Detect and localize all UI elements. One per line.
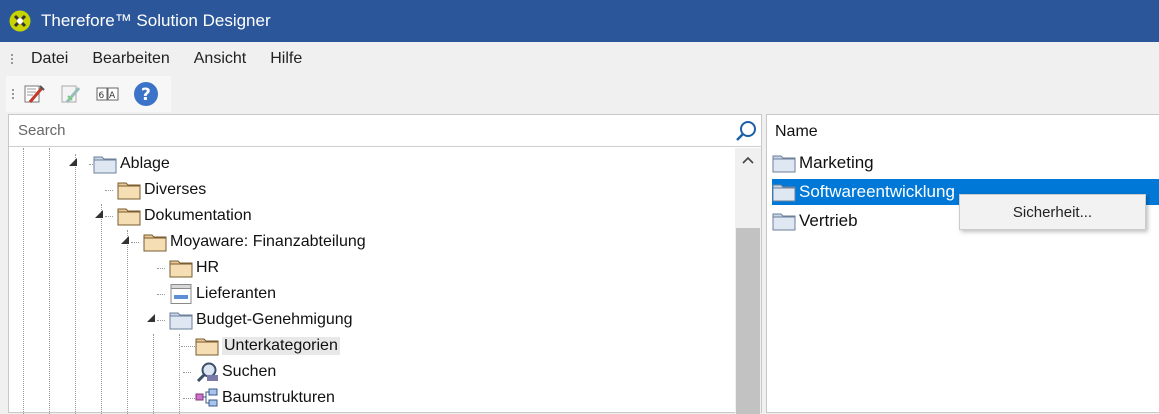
tree-node-label: Ablage bbox=[120, 155, 170, 172]
rename-icon[interactable]: 6A bbox=[96, 81, 121, 107]
folder-tan-icon bbox=[195, 338, 219, 356]
tree-node-label: Dokumentation bbox=[144, 207, 252, 224]
list-item-label: Vertrieb bbox=[799, 211, 858, 230]
column-header-name[interactable]: Name bbox=[775, 123, 818, 141]
list-item-label: Marketing bbox=[799, 153, 874, 172]
svg-text:A: A bbox=[109, 91, 116, 101]
list-item-label: Softwareentwicklung bbox=[799, 182, 955, 201]
search-input[interactable] bbox=[9, 116, 709, 145]
context-menu: Sicherheit... bbox=[959, 194, 1146, 230]
menu-grip-icon[interactable] bbox=[5, 49, 19, 69]
folder-blue-icon bbox=[772, 213, 796, 231]
menu-datei[interactable]: Datei bbox=[19, 50, 80, 68]
tree-node-label: Budget-Genehmigung bbox=[196, 311, 353, 328]
folder-blue-icon bbox=[772, 155, 796, 173]
expand-toggle-diverses[interactable] bbox=[95, 184, 105, 196]
expand-toggle-lieferanten[interactable] bbox=[147, 288, 157, 300]
tree-scrollbar[interactable] bbox=[735, 148, 761, 414]
tree-node-unterkategorien[interactable]: Unterkategorien bbox=[195, 334, 340, 358]
folder-tan-icon bbox=[117, 208, 141, 226]
list-item[interactable]: Vertrieb bbox=[772, 208, 858, 234]
tree-node-ablage[interactable]: Ablage bbox=[93, 152, 170, 176]
expand-toggle-dokumentation[interactable] bbox=[95, 210, 105, 220]
toolbar: 6A ? bbox=[6, 76, 171, 112]
tree-pane: Ablage Diverses Dokumentation Moyaware: … bbox=[8, 114, 762, 414]
tree-node-label: Baumstrukturen bbox=[222, 389, 335, 406]
folder-tree: Ablage Diverses Dokumentation Moyaware: … bbox=[9, 148, 734, 414]
search-query-icon bbox=[196, 362, 218, 382]
tree-node-label: Diverses bbox=[144, 181, 207, 198]
scroll-up-icon[interactable] bbox=[742, 156, 754, 164]
tree-node-lieferanten[interactable]: Lieferanten bbox=[169, 282, 276, 306]
folder-tan-icon bbox=[117, 182, 141, 200]
tree-node-label: HR bbox=[196, 259, 220, 276]
folder-blue-icon bbox=[169, 312, 193, 330]
disabled-edit-icon[interactable] bbox=[59, 81, 84, 107]
scrollbar-thumb[interactable] bbox=[736, 228, 760, 414]
toolbar-grip-icon[interactable] bbox=[6, 84, 20, 104]
menu-bearbeiten[interactable]: Bearbeiten bbox=[80, 50, 181, 68]
search-bar bbox=[9, 115, 761, 147]
menu-bar: Datei Bearbeiten Ansicht Hilfe bbox=[0, 42, 1159, 75]
content-list-pane: Name Marketing Softwareentwicklung Vertr… bbox=[766, 114, 1159, 413]
tree-node-moyaware[interactable]: Moyaware: Finanzabteilung bbox=[143, 230, 366, 254]
search-icon[interactable] bbox=[735, 120, 757, 142]
tree-node-label: Suchen bbox=[222, 363, 277, 380]
tree-node-label: Moyaware: Finanzabteilung bbox=[170, 233, 366, 250]
expand-toggle-moyaware[interactable] bbox=[121, 236, 131, 246]
help-icon[interactable]: ? bbox=[133, 81, 159, 107]
expand-toggle-ablage[interactable] bbox=[69, 158, 79, 168]
tree-node-suchen[interactable]: Suchen bbox=[195, 360, 276, 384]
form-icon bbox=[170, 284, 192, 304]
folder-blue-icon bbox=[93, 156, 117, 174]
tree-node-hr[interactable]: HR bbox=[169, 256, 219, 280]
title-bar: Therefore™ Solution Designer bbox=[0, 0, 1159, 42]
tree-node-dokumentation[interactable]: Dokumentation bbox=[117, 204, 252, 228]
tree-node-label: Lieferanten bbox=[196, 285, 277, 302]
svg-text:6: 6 bbox=[99, 91, 105, 101]
edit-icon[interactable] bbox=[22, 81, 47, 107]
list-item[interactable]: Marketing bbox=[772, 150, 874, 176]
expand-toggle-suchen[interactable] bbox=[173, 366, 183, 378]
tree-node-budget-genehmigung[interactable]: Budget-Genehmigung bbox=[169, 308, 353, 332]
folder-tan-icon bbox=[169, 260, 193, 278]
tree-node-label: Unterkategorien bbox=[222, 337, 340, 355]
menu-ansicht[interactable]: Ansicht bbox=[182, 50, 258, 68]
expand-toggle-hr[interactable] bbox=[147, 262, 157, 274]
menu-hilfe[interactable]: Hilfe bbox=[258, 50, 314, 68]
folder-tan-icon bbox=[143, 234, 167, 252]
context-menu-item-sicherheit[interactable]: Sicherheit... bbox=[1013, 204, 1092, 221]
window-title: Therefore™ Solution Designer bbox=[41, 11, 271, 30]
tree-structure-icon bbox=[195, 388, 218, 407]
tree-node-baumstrukturen[interactable]: Baumstrukturen bbox=[195, 386, 335, 410]
svg-text:?: ? bbox=[141, 85, 151, 105]
tree-node-diverses[interactable]: Diverses bbox=[117, 178, 206, 202]
expand-toggle-budget[interactable] bbox=[147, 314, 157, 324]
folder-blue-icon bbox=[772, 184, 796, 202]
app-logo-icon bbox=[9, 10, 31, 32]
